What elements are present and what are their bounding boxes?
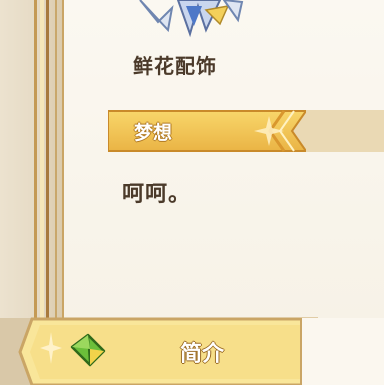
frame-border: [34, 0, 37, 320]
tab-intro-label: 简介: [179, 342, 224, 367]
section-title: 梦想: [134, 122, 173, 144]
item-name: 鲜花配饰: [133, 54, 217, 78]
frame-border: [55, 0, 57, 320]
star-decoration-icon: [40, 332, 62, 364]
tab-inactive[interactable]: [300, 318, 384, 385]
frame-border: [46, 0, 49, 320]
leaf-icon: [70, 333, 106, 367]
detail-panel: [62, 0, 384, 318]
sparkle-icon: [254, 116, 284, 146]
flower-accessory-icon: [139, 0, 244, 38]
item-description: 呵呵。: [122, 182, 192, 207]
frame-border: [40, 0, 44, 320]
